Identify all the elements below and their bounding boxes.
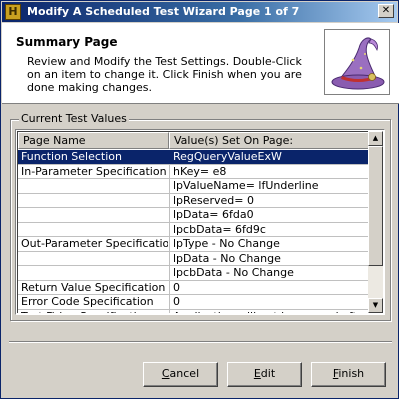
table-row[interactable]: Function Selection RegQueryValueExW — [18, 150, 371, 165]
cell-value: 0 — [173, 280, 180, 294]
cell-value: lpType - No Change — [173, 237, 280, 250]
vertical-scrollbar[interactable]: ▲ ▼ — [368, 131, 383, 313]
table-row[interactable]: Out-Parameter Specification lpType - No C… — [18, 237, 371, 252]
window-title: Modify A Scheduled Test Wizard Page 1 of… — [27, 5, 300, 18]
cell-value: 0 — [173, 295, 180, 308]
cell-page-name: Function Selection — [21, 150, 122, 163]
page-description: Review and Modify the Test Settings. Dou… — [27, 55, 302, 94]
cell-page-name: Out-Parameter Specification — [21, 237, 168, 250]
column-header-page-name[interactable]: Page Name — [18, 132, 169, 149]
table-row[interactable]: lpcbData= 6fd9c — [18, 222, 371, 237]
cell-page-name: Test Firing Specification — [21, 310, 168, 314]
column-divider — [169, 179, 170, 193]
wizard-header: Summary Page Review and Modify the Test … — [2, 23, 399, 104]
column-divider — [169, 164, 170, 178]
edit-button[interactable]: Edit — [227, 362, 302, 387]
column-header-values[interactable]: Value(s) Set On Page: — [169, 132, 371, 149]
table-row[interactable]: Error Code Specification 0 — [18, 295, 371, 310]
cell-value: lpcbData - No Change — [173, 266, 294, 279]
group-label: Current Test Values — [19, 112, 129, 125]
cell-value: lpData - No Change — [173, 251, 281, 265]
cell-value: RegQueryValueExW — [173, 150, 282, 163]
cancel-button[interactable]: Cancel — [143, 362, 218, 387]
column-divider — [169, 251, 170, 265]
cell-value: lpReserved= 0 — [173, 193, 254, 207]
cell-value: lpcbData= 6fd9c — [173, 222, 266, 236]
test-values-list[interactable]: Page Name Value(s) Set On Page: Function… — [15, 129, 385, 315]
column-divider — [169, 237, 170, 251]
cell-page-name: Return Value Specification — [21, 280, 166, 294]
cell-page-name: Error Code Specification — [21, 295, 154, 308]
cell-value: lpData= 6fda0 — [173, 208, 254, 221]
scroll-up-icon[interactable]: ▲ — [368, 131, 383, 146]
column-divider — [169, 193, 170, 207]
title-bar[interactable]: H Modify A Scheduled Test Wizard Page 1 … — [2, 2, 397, 22]
column-divider — [169, 208, 170, 222]
cell-page-name: In-Parameter Specification — [21, 164, 167, 178]
finish-button[interactable]: Finish — [311, 362, 386, 387]
scroll-thumb[interactable] — [368, 146, 383, 266]
column-divider — [169, 280, 170, 294]
table-row[interactable]: lpcbData - No Change — [18, 266, 371, 281]
app-icon: H — [5, 4, 21, 20]
wizard-hat-icon — [324, 29, 390, 95]
column-headers: Page Name Value(s) Set On Page: — [18, 132, 371, 149]
table-row[interactable]: lpData= 6fda0 — [18, 208, 371, 223]
column-divider — [169, 150, 170, 164]
table-row[interactable]: Test Firing Specification Application wil… — [18, 309, 371, 314]
column-divider — [169, 266, 170, 280]
table-row[interactable]: lpValueName= lfUnderline — [18, 179, 371, 194]
list-rows: Function Selection RegQueryValueExW In-Par… — [18, 150, 371, 313]
column-divider — [169, 295, 170, 309]
column-divider — [169, 222, 170, 236]
page-title: Summary Page — [16, 35, 118, 49]
cell-value: lpValueName= lfUnderline — [173, 179, 319, 192]
cell-value: Application will not be paused after tes… — [173, 310, 371, 314]
scroll-down-icon[interactable]: ▼ — [368, 298, 383, 313]
table-row[interactable]: lpReserved= 0 — [18, 193, 371, 208]
table-row[interactable]: lpData - No Change — [18, 251, 371, 266]
table-row[interactable]: Return Value Specification 0 — [18, 280, 371, 295]
close-button[interactable]: ✕ — [378, 4, 394, 18]
cell-value: hKey= e8 — [173, 164, 227, 178]
separator — [9, 341, 392, 343]
column-divider — [169, 309, 170, 313]
wizard-dialog: H Modify A Scheduled Test Wizard Page 1 … — [0, 0, 399, 399]
table-row[interactable]: In-Parameter Specification hKey= e8 — [18, 164, 371, 179]
